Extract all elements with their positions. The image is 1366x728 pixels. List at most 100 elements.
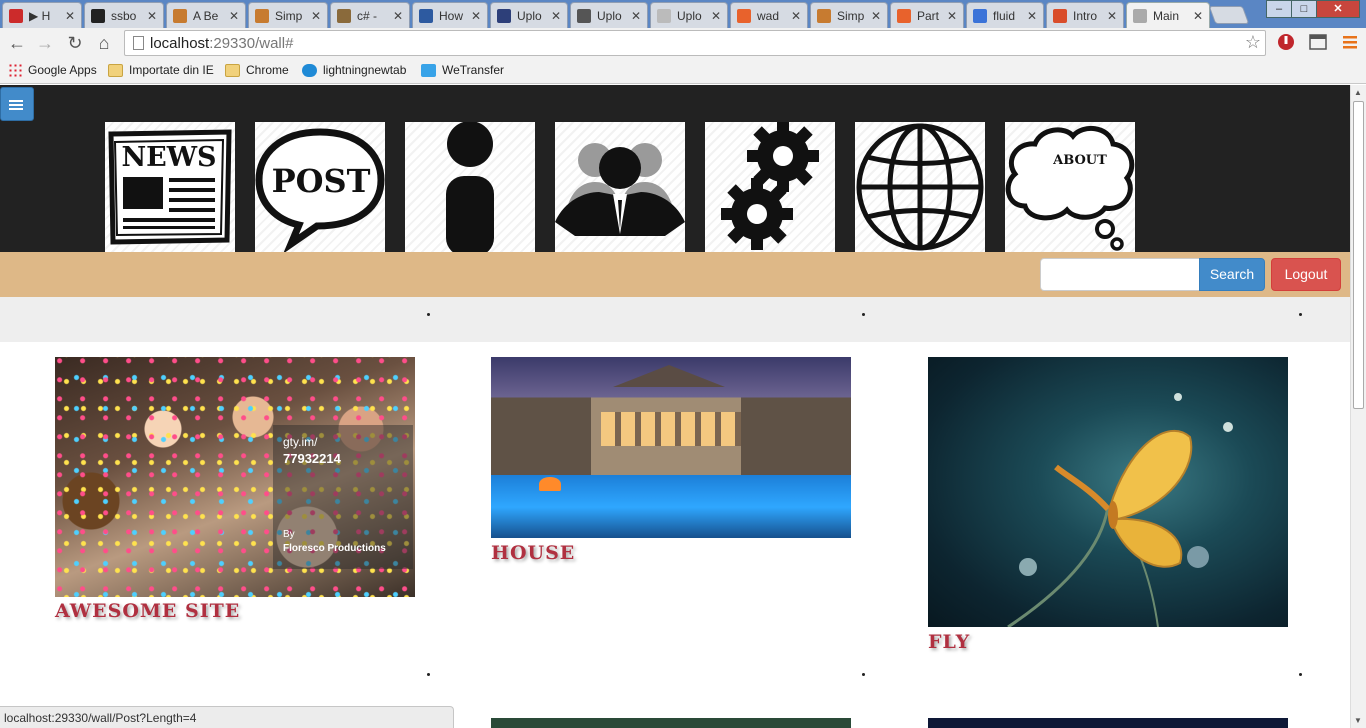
bookmark-wetransfer[interactable]: WeTransfer	[421, 63, 504, 77]
post-image-partial[interactable]	[491, 718, 851, 728]
address-url: localhost:29330/wall#	[150, 35, 294, 52]
wetransfer-icon	[421, 63, 436, 77]
separator-dot	[1299, 673, 1302, 676]
browser-tab[interactable]: How ✕	[412, 2, 488, 28]
tab-close-icon[interactable]: ✕	[1193, 9, 1203, 23]
browser-tab[interactable]: ▶ H ✕	[2, 2, 82, 28]
browser-tab[interactable]: Main ✕	[1126, 2, 1210, 28]
tab-favicon-icon	[419, 8, 433, 23]
logout-button[interactable]: Logout	[1271, 258, 1341, 291]
fire-pit	[539, 477, 561, 491]
browser-tab[interactable]: Simp ✕	[810, 2, 888, 28]
maximize-button[interactable]: □	[1291, 0, 1317, 18]
forward-icon[interactable]: →	[34, 32, 56, 54]
search-button[interactable]: Search	[1199, 258, 1265, 291]
browser-tab[interactable]: wad ✕	[730, 2, 808, 28]
tab-close-icon[interactable]: ✕	[631, 9, 641, 23]
address-bar[interactable]: localhost:29330/wall# ☆	[124, 30, 1266, 56]
tab-close-icon[interactable]: ✕	[147, 9, 157, 23]
search-input[interactable]	[1040, 258, 1200, 291]
browser-tab[interactable]: c# - ✕	[330, 2, 410, 28]
browser-tab[interactable]: Uplo ✕	[570, 2, 648, 28]
browser-tab[interactable]: Uplo ✕	[490, 2, 568, 28]
close-window-button[interactable]: ✕	[1316, 0, 1360, 18]
post-title[interactable]: AWESOME SITE	[55, 600, 240, 622]
status-bar: localhost:29330/wall/Post?Length=4	[0, 706, 454, 728]
minimize-button[interactable]: –	[1266, 0, 1292, 18]
browser-tab[interactable]: Intro ✕	[1046, 2, 1124, 28]
site-header: NEWS POST ABOUT	[0, 85, 1350, 252]
bookmark-lightningnewtab[interactable]: lightningnewtab	[302, 63, 406, 77]
tab-favicon-icon	[1133, 8, 1147, 23]
bookmarks-bar: Google Apps Importate din IE Chrome ligh…	[0, 58, 1366, 84]
globe-icon	[856, 123, 984, 251]
scroll-down-arrow[interactable]: ▼	[1354, 716, 1362, 725]
tab-close-icon[interactable]: ✕	[65, 9, 75, 23]
tab-close-icon[interactable]: ✕	[791, 9, 801, 23]
person-icon	[446, 122, 494, 252]
tab-close-icon[interactable]: ✕	[711, 9, 721, 23]
tab-close-icon[interactable]: ✕	[471, 9, 481, 23]
nav-world[interactable]	[855, 122, 985, 252]
post-image-party[interactable]: gty.im/ 77932214 By Floresco Productions	[55, 357, 415, 597]
tab-favicon-icon	[337, 8, 351, 23]
browser-tab[interactable]: fluid ✕	[966, 2, 1044, 28]
folder-icon	[108, 63, 123, 77]
bookmark-importate-din-ie[interactable]: Importate din IE	[108, 63, 214, 77]
tab-close-icon[interactable]: ✕	[1107, 9, 1117, 23]
tab-title: How	[439, 8, 464, 23]
browser-tab[interactable]: Simp ✕	[248, 2, 328, 28]
tab-favicon-icon	[737, 8, 751, 23]
tab-title: ▶ H	[29, 8, 51, 23]
page-scrollbar[interactable]: ▲ ▼	[1350, 85, 1366, 728]
apps-grid-icon	[8, 63, 22, 77]
browser-tab[interactable]: Uplo ✕	[650, 2, 728, 28]
reload-icon[interactable]: ↻	[64, 32, 86, 54]
post-image-house[interactable]	[491, 357, 851, 538]
nav-news[interactable]: NEWS	[105, 122, 235, 252]
nav-friends[interactable]	[555, 122, 685, 252]
browser-tab[interactable]: A Be ✕	[166, 2, 246, 28]
scrollbar-thumb[interactable]	[1353, 101, 1364, 409]
tab-close-icon[interactable]: ✕	[311, 9, 321, 23]
nav-profile[interactable]	[405, 122, 535, 252]
browser-tab[interactable]: ssbo ✕	[84, 2, 164, 28]
tab-close-icon[interactable]: ✕	[551, 9, 561, 23]
extension-icon[interactable]	[1276, 32, 1296, 57]
nav-post[interactable]: POST	[255, 122, 385, 252]
bookmark-star-icon[interactable]: ☆	[1245, 32, 1261, 53]
tab-title: Intro	[1073, 8, 1098, 23]
chrome-menu-icon[interactable]	[1342, 34, 1358, 55]
browser-toolbar: ← → ↻ ⌂ localhost:29330/wall# ☆	[0, 28, 1366, 58]
tab-favicon-icon	[817, 8, 831, 23]
scroll-up-arrow[interactable]: ▲	[1354, 88, 1362, 97]
tab-title: wad	[757, 8, 780, 23]
browser-tab[interactable]: Part ✕	[890, 2, 964, 28]
newspaper-icon: NEWS	[108, 129, 232, 245]
post-image-butterfly[interactable]	[928, 357, 1288, 627]
new-tab-button[interactable]	[1208, 6, 1250, 24]
tab-title: Simp	[275, 8, 303, 23]
tab-title: Part	[917, 8, 940, 23]
nav-settings[interactable]	[705, 122, 835, 252]
bookmark-chrome[interactable]: Chrome	[225, 63, 289, 77]
tab-title: c# -	[357, 8, 378, 23]
post-title[interactable]: HOUSE	[491, 542, 575, 564]
window-icon[interactable]	[1308, 32, 1328, 57]
post-title[interactable]: FLY	[928, 631, 970, 653]
post-image-partial[interactable]	[928, 718, 1288, 728]
tab-close-icon[interactable]: ✕	[871, 9, 881, 23]
nav-about[interactable]: ABOUT	[1005, 122, 1135, 252]
tab-strip: Main ✕ Intro ✕ fluid ✕ Part ✕ Simp ✕ wad ✕ Uplo ✕ Uplo…	[0, 0, 1366, 28]
tab-title: Uplo	[677, 8, 702, 23]
tab-close-icon[interactable]: ✕	[393, 9, 403, 23]
svg-text:NEWS: NEWS	[121, 142, 216, 173]
sidebar-toggle-button[interactable]	[0, 87, 34, 121]
tab-close-icon[interactable]: ✕	[229, 9, 239, 23]
tab-close-icon[interactable]: ✕	[947, 9, 957, 23]
svg-text:POST: POST	[272, 162, 371, 200]
back-icon[interactable]: ←	[6, 32, 28, 54]
tab-close-icon[interactable]: ✕	[1027, 9, 1037, 23]
bookmark-google-apps[interactable]: Google Apps	[8, 63, 97, 77]
home-icon[interactable]: ⌂	[93, 32, 115, 54]
